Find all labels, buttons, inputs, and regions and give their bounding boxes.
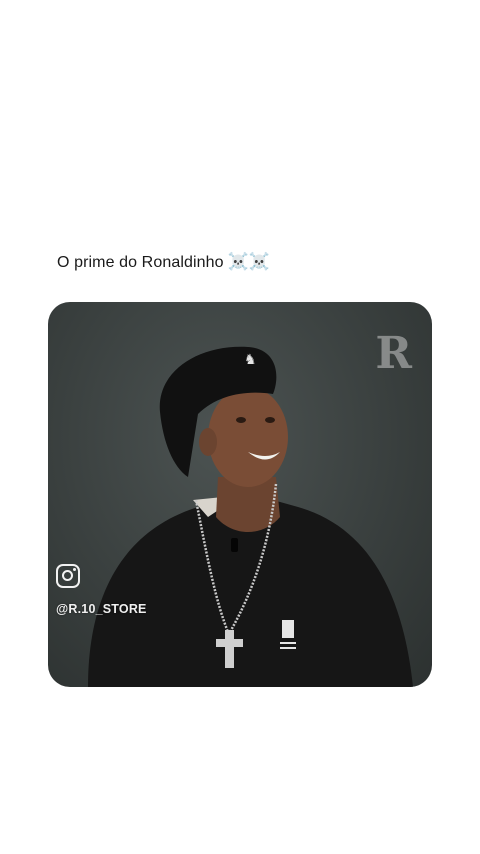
post-video[interactable]: ♞ R @R.10_STORE bbox=[48, 302, 432, 687]
instagram-icon bbox=[56, 564, 80, 588]
watermark-logo: R bbox=[375, 328, 412, 379]
person-illustration bbox=[88, 346, 413, 687]
caption-text: O prime do Ronaldinho bbox=[57, 254, 224, 271]
post-caption: O prime do Ronaldinho ☠️☠️ bbox=[57, 252, 270, 272]
skull-emoji: ☠️☠️ bbox=[227, 252, 271, 272]
hat-logo-icon: ♞ bbox=[244, 352, 257, 368]
instagram-handle: @R.10_STORE bbox=[56, 602, 147, 616]
